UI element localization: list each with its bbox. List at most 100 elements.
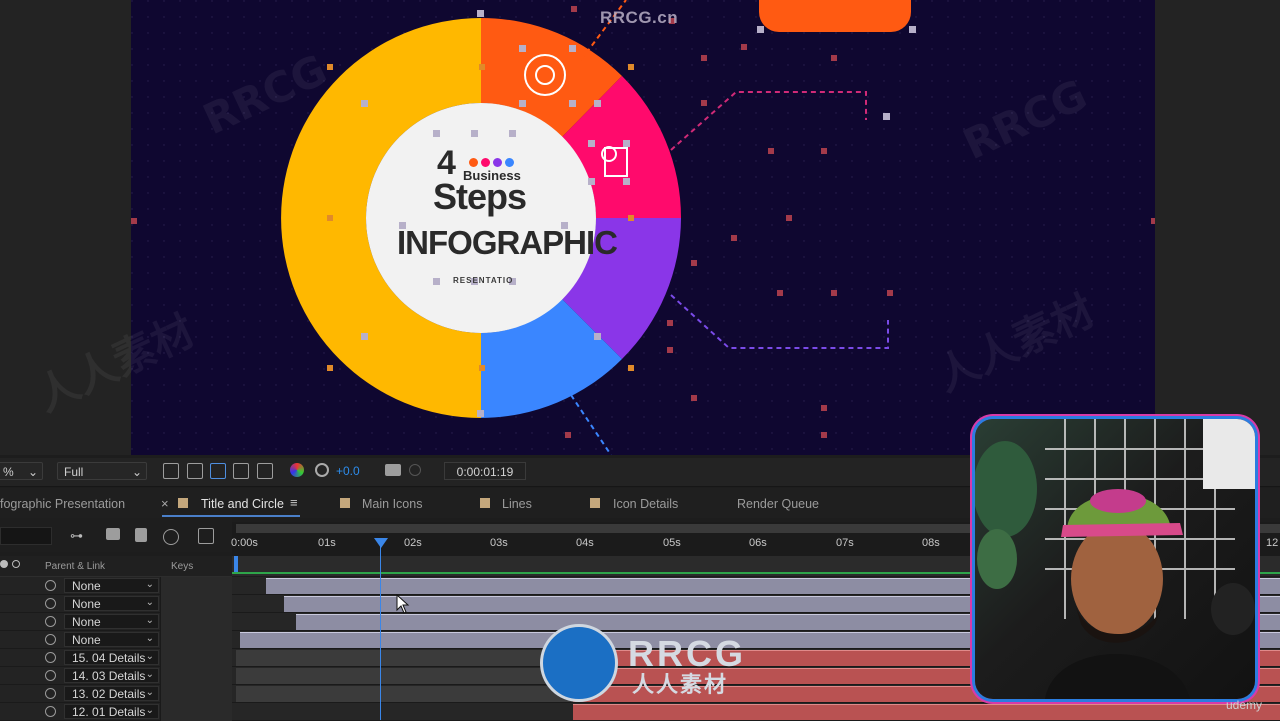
fast-preview-icon[interactable] bbox=[163, 463, 179, 479]
layer-gap bbox=[236, 650, 573, 666]
parent-select[interactable]: 15. 04 Details ⌄ bbox=[64, 650, 159, 665]
chevron-down-icon: ⌄ bbox=[145, 597, 154, 608]
pick-whip-icon[interactable] bbox=[45, 706, 56, 717]
pill-shape bbox=[759, 0, 911, 32]
keys-cell bbox=[160, 631, 232, 649]
layer-row[interactable]: 12. 01 Details ⌄ bbox=[0, 703, 232, 721]
layer-row[interactable]: None ⌄ bbox=[0, 595, 232, 613]
tick-label: 01s bbox=[318, 537, 336, 549]
pick-whip-icon[interactable] bbox=[45, 670, 56, 681]
parent-select-value: None bbox=[72, 615, 101, 629]
composition-flowchart-icon[interactable]: ⊶ bbox=[70, 528, 86, 544]
parent-select-value: None bbox=[72, 597, 101, 611]
tab-icon-details[interactable]: Icon Details bbox=[613, 497, 678, 511]
layer-gap bbox=[236, 668, 573, 684]
chevron-down-icon: ⌄ bbox=[145, 579, 154, 590]
panel-menu-icon[interactable]: ≡ bbox=[290, 495, 298, 510]
parent-select-value: None bbox=[72, 579, 101, 593]
keys-cell bbox=[160, 685, 232, 703]
parent-select[interactable]: 14. 03 Details ⌄ bbox=[64, 668, 159, 683]
parent-select[interactable]: None ⌄ bbox=[64, 596, 159, 611]
layer-duration-bar[interactable] bbox=[572, 704, 1280, 720]
keys-cell bbox=[160, 613, 232, 631]
parent-link-column: Parent & Link bbox=[45, 561, 106, 572]
draft-3d-icon[interactable] bbox=[106, 528, 120, 540]
parent-select-value: None bbox=[72, 633, 101, 647]
tick-label: 08s bbox=[922, 537, 940, 549]
tick-label: 12 bbox=[1266, 537, 1279, 549]
current-time-indicator[interactable] bbox=[380, 545, 381, 720]
layer-row[interactable]: 14. 03 Details ⌄ bbox=[0, 667, 232, 685]
resolution-select[interactable]: Full ⌄ bbox=[57, 462, 147, 480]
parent-select[interactable]: None ⌄ bbox=[64, 578, 159, 593]
layer-search-input[interactable] bbox=[0, 527, 52, 545]
pick-whip-icon[interactable] bbox=[45, 598, 56, 609]
tab-title-and-circle[interactable]: Title and Circle bbox=[201, 497, 284, 511]
active-tab-indicator bbox=[162, 515, 300, 517]
guides-icon[interactable] bbox=[257, 463, 273, 479]
transparency-grid-icon[interactable] bbox=[187, 463, 203, 479]
tab-render-queue[interactable]: Render Queue bbox=[737, 497, 819, 511]
tab-infographic-presentation[interactable]: fographic Presentation bbox=[0, 497, 125, 511]
pick-whip-icon[interactable] bbox=[45, 634, 56, 645]
audio-toggle-icon[interactable] bbox=[12, 560, 20, 568]
parent-select-value: 15. 04 Details bbox=[72, 651, 146, 665]
motion-blur-icon[interactable] bbox=[163, 529, 179, 545]
pick-whip-icon[interactable] bbox=[45, 580, 56, 591]
parent-select[interactable]: 13. 02 Details ⌄ bbox=[64, 686, 159, 701]
tab-main-icons[interactable]: Main Icons bbox=[362, 497, 422, 511]
show-snapshot-icon[interactable] bbox=[409, 464, 421, 476]
mask-visibility-icon[interactable] bbox=[210, 463, 226, 479]
chevron-down-icon: ⌄ bbox=[145, 633, 154, 644]
close-tab-icon[interactable]: × bbox=[161, 496, 169, 511]
keys-column: Keys bbox=[171, 561, 194, 572]
infographic-presentation-label: RESENTATIO bbox=[453, 276, 514, 285]
tab-lines[interactable]: Lines bbox=[502, 497, 532, 511]
in-point-marker[interactable] bbox=[234, 556, 238, 572]
tick-label: 02s bbox=[404, 537, 422, 549]
exposure-value[interactable]: +0.0 bbox=[336, 464, 360, 478]
keys-cell bbox=[160, 667, 232, 685]
rrcg-logo-icon bbox=[540, 624, 618, 702]
zoom-select[interactable]: % ⌄ bbox=[0, 462, 43, 480]
tick-label: 03s bbox=[490, 537, 508, 549]
shy-layers-icon[interactable] bbox=[135, 528, 147, 542]
channel-icon[interactable] bbox=[290, 463, 304, 477]
keys-cell bbox=[160, 595, 232, 613]
pick-whip-icon[interactable] bbox=[45, 688, 56, 699]
udemy-label: udemy bbox=[1226, 698, 1263, 712]
parent-select[interactable]: None ⌄ bbox=[64, 632, 159, 647]
comp-color-swatch bbox=[590, 498, 600, 508]
chevron-down-icon: ⌄ bbox=[145, 669, 154, 680]
region-of-interest-icon[interactable] bbox=[233, 463, 249, 479]
parent-select[interactable]: 12. 01 Details ⌄ bbox=[64, 704, 159, 719]
layer-row[interactable]: 13. 02 Details ⌄ bbox=[0, 685, 232, 703]
tick-label: 07s bbox=[836, 537, 854, 549]
keys-cell bbox=[160, 577, 232, 595]
playhead-handle[interactable] bbox=[374, 538, 388, 548]
video-toggle-icon[interactable] bbox=[0, 560, 8, 568]
layer-row[interactable]: 15. 04 Details ⌄ bbox=[0, 649, 232, 667]
watermark-text: RRCG.cn bbox=[600, 8, 679, 27]
reset-exposure-icon[interactable] bbox=[315, 463, 329, 477]
layer-row[interactable]: None ⌄ bbox=[0, 613, 232, 631]
chevron-down-icon: ⌄ bbox=[145, 687, 154, 698]
presenter-video-frame bbox=[975, 419, 1255, 699]
graph-editor-icon[interactable] bbox=[198, 528, 214, 544]
logo-sub-text: 人人素材 bbox=[632, 673, 729, 698]
parent-select-value: 12. 01 Details bbox=[72, 705, 146, 719]
current-timecode[interactable]: 0:00:01:19 bbox=[444, 462, 526, 480]
layer-row[interactable]: None ⌄ bbox=[0, 631, 232, 649]
pick-whip-icon[interactable] bbox=[45, 616, 56, 627]
layer-row[interactable]: None ⌄ bbox=[0, 577, 232, 595]
parent-select[interactable]: None ⌄ bbox=[64, 614, 159, 629]
camera-snapshot-icon[interactable] bbox=[385, 464, 401, 476]
pick-whip-icon[interactable] bbox=[45, 652, 56, 663]
color-dots bbox=[469, 158, 514, 167]
layer-gap bbox=[236, 686, 573, 702]
chevron-down-icon: ⌄ bbox=[145, 615, 154, 626]
tick-label: 04s bbox=[576, 537, 594, 549]
chevron-down-icon: ⌄ bbox=[145, 705, 154, 716]
tick-label: 0:00s bbox=[231, 537, 258, 549]
tick-label: 05s bbox=[663, 537, 681, 549]
